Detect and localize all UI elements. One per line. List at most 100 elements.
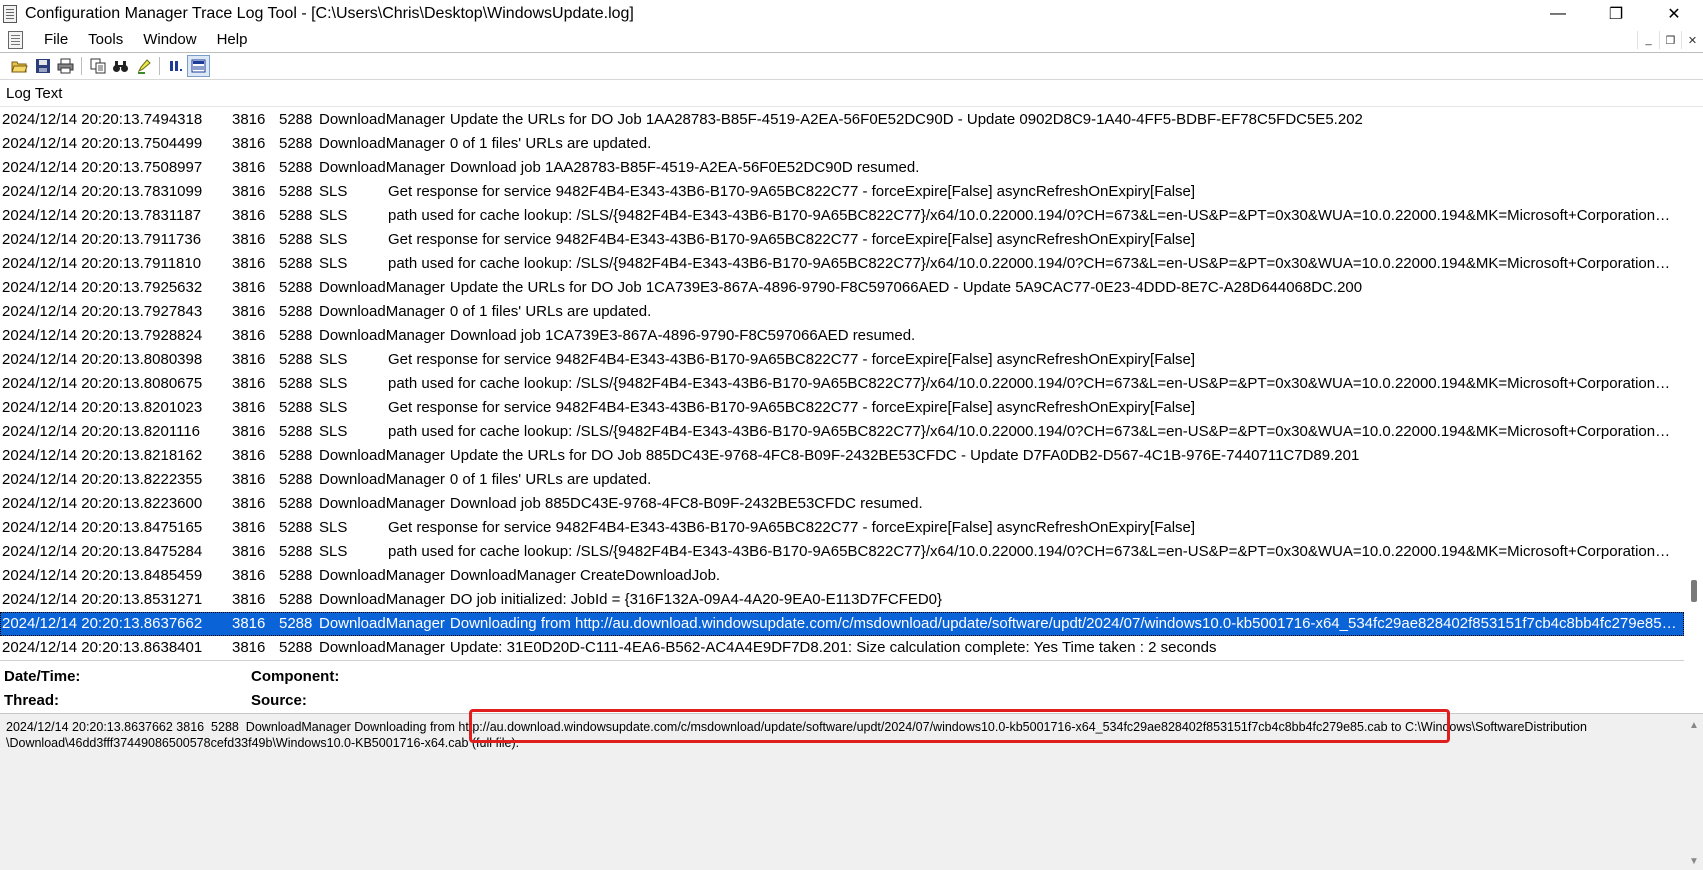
print-icon[interactable]: [54, 55, 77, 77]
log-row[interactable]: 2024/12/14 20:20:13.8475284 3816 5288 SLS pa…: [0, 540, 1684, 564]
log-component: DownloadManager: [319, 279, 445, 296]
log-component: SLS: [319, 519, 348, 536]
log-list[interactable]: Log Text 2024/12/14 20:20:13.7494318 3816…: [0, 81, 1703, 661]
log-component: DownloadManager: [319, 567, 445, 584]
log-thread: 3816: [232, 591, 266, 608]
log-process: 5288: [279, 567, 313, 584]
log-row[interactable]: 2024/12/14 20:20:13.7504499 3816 5288 Downl…: [0, 132, 1684, 156]
log-row[interactable]: 2024/12/14 20:20:13.8485459 3816 5288 Downl…: [0, 564, 1684, 588]
log-row[interactable]: 2024/12/14 20:20:13.7831099 3816 5288 SLS Ge…: [0, 180, 1684, 204]
menu-file[interactable]: File: [34, 31, 78, 48]
log-row[interactable]: 2024/12/14 20:20:13.7508997 3816 5288 Downl…: [0, 156, 1684, 180]
log-thread: 3816: [232, 159, 266, 176]
log-row[interactable]: 2024/12/14 20:20:13.7911736 3816 5288 SLS Ge…: [0, 228, 1684, 252]
log-component: SLS: [319, 351, 348, 368]
log-process: 5288: [279, 615, 313, 632]
detail-text-area[interactable]: 2024/12/14 20:20:13.8637662 3816 5288 Do…: [0, 713, 1703, 870]
log-row[interactable]: 2024/12/14 20:20:13.8080675 3816 5288 SLS pa…: [0, 372, 1684, 396]
detail-message[interactable]: 2024/12/14 20:20:13.8637662 3816 5288 Do…: [6, 719, 1666, 751]
log-datetime: 2024/12/14 20:20:13.8485459: [2, 567, 203, 584]
log-message: Update the URLs for DO Job 1CA739E3-867A…: [449, 279, 1363, 296]
log-thread: 3816: [232, 447, 266, 464]
log-process: 5288: [279, 447, 313, 464]
log-process: 5288: [279, 135, 313, 152]
log-message: path used for cache lookup: /SLS/{9482F4…: [388, 207, 1684, 224]
menu-bar: File Tools Window Help _ ❐ ✕: [0, 27, 1703, 52]
log-row[interactable]: 2024/12/14 20:20:13.7925632 3816 5288 Downl…: [0, 276, 1684, 300]
scrollbar-thumb[interactable]: [1691, 580, 1697, 602]
log-row-selected[interactable]: 2024/12/14 20:20:13.8637662 3816 5288 Downl…: [0, 612, 1684, 636]
log-process: 5288: [279, 183, 313, 200]
log-component: SLS: [319, 399, 348, 416]
log-row[interactable]: 2024/12/14 20:20:13.7831187 3816 5288 SLS pa…: [0, 204, 1684, 228]
log-text-column-header[interactable]: Log Text: [0, 81, 1703, 107]
pause-icon[interactable]: [164, 55, 187, 77]
log-row[interactable]: 2024/12/14 20:20:13.8201023 3816 5288 SLS Ge…: [0, 396, 1684, 420]
log-row[interactable]: 2024/12/14 20:20:13.8222355 3816 5288 Downl…: [0, 468, 1684, 492]
document-icon[interactable]: [6, 30, 26, 50]
log-row[interactable]: 2024/12/14 20:20:13.8638401 3816 5288 Downl…: [0, 636, 1684, 660]
maximize-button[interactable]: ❐: [1587, 0, 1645, 27]
log-row[interactable]: 2024/12/14 20:20:13.7494318 3816 5288 Downl…: [0, 108, 1684, 132]
log-datetime: 2024/12/14 20:20:13.7508997: [2, 159, 203, 176]
log-message: Update: 31E0D20D-C111-4EA6-B562-AC4A4E9D…: [449, 639, 1217, 656]
menu-window[interactable]: Window: [133, 31, 206, 48]
child-restore-button[interactable]: ❐: [1659, 31, 1681, 49]
log-process: 5288: [279, 471, 313, 488]
log-datetime: 2024/12/14 20:20:13.7928824: [2, 327, 203, 344]
log-datetime: 2024/12/14 20:20:13.8531271: [2, 591, 203, 608]
child-minimize-button[interactable]: _: [1637, 31, 1659, 49]
app-icon: [1, 4, 21, 24]
highlight-icon[interactable]: [132, 55, 155, 77]
log-row[interactable]: 2024/12/14 20:20:13.8223600 3816 5288 Downl…: [0, 492, 1684, 516]
toolbar-separator: [81, 57, 82, 75]
log-row[interactable]: 2024/12/14 20:20:13.7928824 3816 5288 Downl…: [0, 324, 1684, 348]
log-message: Downloading from http://au.download.wind…: [449, 615, 1684, 632]
close-button[interactable]: ✕: [1645, 0, 1703, 27]
log-process: 5288: [279, 543, 313, 560]
open-folder-icon[interactable]: [8, 55, 31, 77]
log-message: Update the URLs for DO Job 885DC43E-9768…: [449, 447, 1360, 464]
log-datetime: 2024/12/14 20:20:13.8080675: [2, 375, 203, 392]
minimize-button[interactable]: —: [1529, 0, 1587, 27]
log-datetime: 2024/12/14 20:20:13.8637662: [2, 615, 203, 632]
log-message: Update the URLs for DO Job 1AA28783-B85F…: [449, 111, 1363, 128]
scroll-down-icon[interactable]: ▼: [1689, 856, 1699, 867]
log-thread: 3816: [232, 327, 266, 344]
log-process: 5288: [279, 423, 313, 440]
log-datetime: 2024/12/14 20:20:13.7494318: [2, 111, 203, 128]
log-row[interactable]: 2024/12/14 20:20:13.7911810 3816 5288 SLS pa…: [0, 252, 1684, 276]
log-thread: 3816: [232, 399, 266, 416]
log-rows: 2024/12/14 20:20:13.7494318 3816 5288 Downl…: [0, 108, 1684, 660]
log-datetime: 2024/12/14 20:20:13.8638401: [2, 639, 203, 656]
log-row[interactable]: 2024/12/14 20:20:13.7927843 3816 5288 Downl…: [0, 300, 1684, 324]
log-process: 5288: [279, 399, 313, 416]
save-icon[interactable]: [31, 55, 54, 77]
log-scrollbar[interactable]: [1684, 108, 1703, 661]
scroll-up-icon[interactable]: ▲: [1689, 720, 1699, 731]
detail-scrollbar[interactable]: ▲ ▼: [1684, 714, 1703, 870]
log-row[interactable]: 2024/12/14 20:20:13.8218162 3816 5288 Downl…: [0, 444, 1684, 468]
log-message: path used for cache lookup: /SLS/{9482F4…: [388, 375, 1684, 392]
thread-label: Thread:: [4, 692, 60, 709]
child-close-button[interactable]: ✕: [1681, 31, 1703, 49]
log-component: DownloadManager: [319, 447, 445, 464]
log-message: DownloadManager CreateDownloadJob.: [449, 567, 721, 584]
menu-tools[interactable]: Tools: [78, 31, 133, 48]
log-component: DownloadManager: [319, 615, 445, 632]
log-row[interactable]: 2024/12/14 20:20:13.8080398 3816 5288 SLS Ge…: [0, 348, 1684, 372]
log-message: Download job 885DC43E-9768-4FC8-B09F-243…: [449, 495, 923, 512]
details-pane-icon[interactable]: [187, 55, 210, 77]
log-row[interactable]: 2024/12/14 20:20:13.8201116 3816 5288 SLS pa…: [0, 420, 1684, 444]
log-process: 5288: [279, 327, 313, 344]
log-datetime: 2024/12/14 20:20:13.7911810: [2, 255, 202, 272]
log-row[interactable]: 2024/12/14 20:20:13.8475165 3816 5288 SLS Ge…: [0, 516, 1684, 540]
log-datetime: 2024/12/14 20:20:13.8201116: [2, 423, 200, 440]
log-component: SLS: [319, 255, 348, 272]
log-message: Get response for service 9482F4B4-E343-4…: [388, 183, 1196, 200]
copy-icon[interactable]: [86, 55, 109, 77]
log-message: Download job 1CA739E3-867A-4896-9790-F8C…: [449, 327, 916, 344]
log-row[interactable]: 2024/12/14 20:20:13.8531271 3816 5288 Downl…: [0, 588, 1684, 612]
find-icon[interactable]: [109, 55, 132, 77]
menu-help[interactable]: Help: [207, 31, 258, 48]
